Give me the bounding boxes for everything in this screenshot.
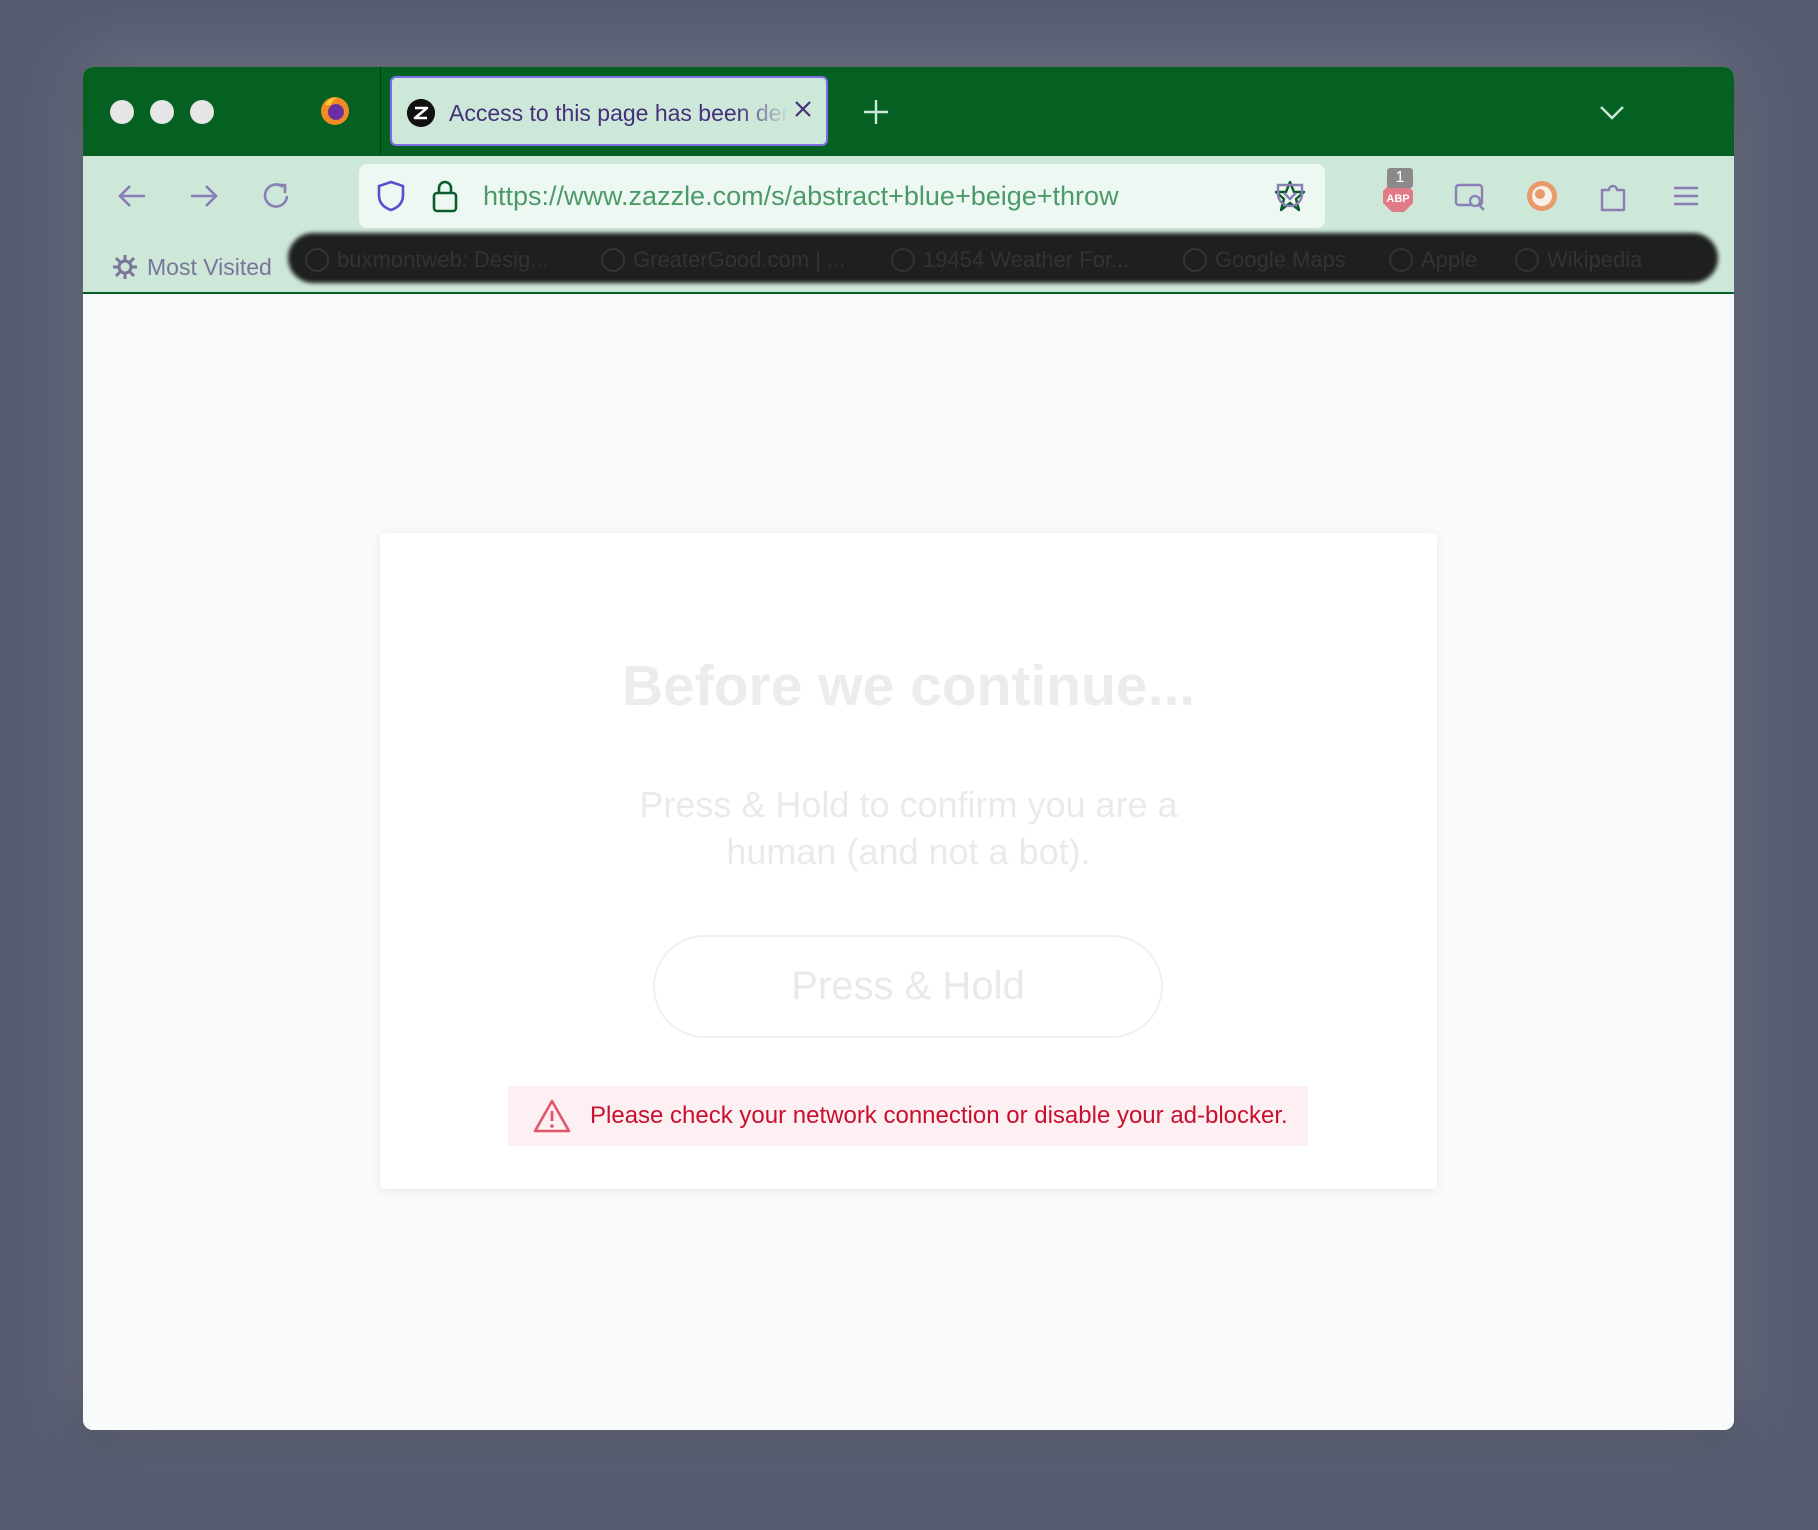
- url-text[interactable]: https://www.zazzle.com/s/abstract+blue+b…: [483, 181, 1173, 211]
- screenshot-icon[interactable]: [1453, 179, 1487, 213]
- firefox-icon[interactable]: [319, 95, 351, 127]
- url-bar[interactable]: https://www.zazzle.com/s/abstract+blue+b…: [359, 164, 1325, 228]
- tab-separator: [380, 67, 381, 156]
- close-icon[interactable]: [792, 98, 814, 120]
- bookmark-item[interactable]: buxmontweb: Desig...: [305, 246, 549, 274]
- bookmark-item[interactable]: Apple: [1389, 246, 1477, 274]
- bookmark-most-visited[interactable]: Most Visited: [111, 252, 272, 282]
- chevron-down-icon[interactable]: [1598, 98, 1626, 126]
- bookmark-item[interactable]: Google Maps: [1183, 246, 1346, 274]
- window-zoom-dot[interactable]: [190, 100, 214, 124]
- forward-arrow-icon[interactable]: [187, 179, 221, 213]
- bookmark-label: Google Maps: [1215, 247, 1346, 272]
- press-hold-button[interactable]: Press & Hold: [653, 935, 1163, 1038]
- page-title: Before we continue...: [621, 654, 1196, 718]
- page-content: Before we continue... Press & Hold to co…: [83, 294, 1734, 1430]
- tab-title: Access to this page has been denied: [449, 100, 789, 126]
- warning-triangle-icon: [533, 1099, 571, 1133]
- tab-active[interactable]: Access to this page has been denied: [390, 76, 828, 146]
- browser-window: Access to this page has been denied http…: [83, 67, 1734, 1430]
- adblock-label: ABP: [1386, 193, 1409, 205]
- lock-icon[interactable]: [431, 178, 459, 214]
- shield-icon[interactable]: [375, 179, 407, 213]
- error-message: Please check your network connection or …: [590, 1102, 1288, 1129]
- adblock-badge: 1: [1387, 168, 1413, 188]
- bookmark-item[interactable]: 19454 Weather For...: [891, 246, 1129, 274]
- bookmark-item[interactable]: Wikipedia: [1515, 246, 1642, 274]
- puzzle-icon[interactable]: [1597, 179, 1631, 213]
- plus-icon[interactable]: [861, 97, 891, 127]
- hamburger-menu-icon[interactable]: [1669, 179, 1703, 213]
- captcha-card: Before we continue... Press & Hold to co…: [380, 533, 1437, 1189]
- window-close-dot[interactable]: [110, 100, 134, 124]
- bookmark-label: 19454 Weather For...: [923, 247, 1130, 272]
- pocket-icon[interactable]: [1273, 179, 1307, 213]
- tab-strip: Access to this page has been denied: [83, 67, 1734, 156]
- most-visited-label: Most Visited: [147, 253, 272, 280]
- gear-icon: [113, 255, 137, 279]
- zazzle-favicon-icon: [407, 99, 435, 127]
- page-subtitle: Press & Hold to confirm you are a human …: [639, 784, 1178, 872]
- reload-icon[interactable]: [259, 179, 293, 213]
- bookmark-label: Wikipedia: [1547, 247, 1643, 272]
- window-minimize-dot[interactable]: [150, 100, 174, 124]
- bookmark-label: Apple: [1421, 247, 1478, 272]
- navigation-toolbar: https://www.zazzle.com/s/abstract+blue+b…: [83, 156, 1734, 294]
- back-arrow-icon[interactable]: [115, 179, 149, 213]
- duckduckgo-icon[interactable]: [1525, 179, 1559, 213]
- bookmark-label: buxmontweb: Desig...: [337, 247, 549, 272]
- bookmark-label: GreaterGood.com | ...: [633, 247, 846, 272]
- error-banner: Please check your network connection or …: [508, 1086, 1308, 1146]
- bookmark-item[interactable]: GreaterGood.com | ...: [601, 246, 845, 274]
